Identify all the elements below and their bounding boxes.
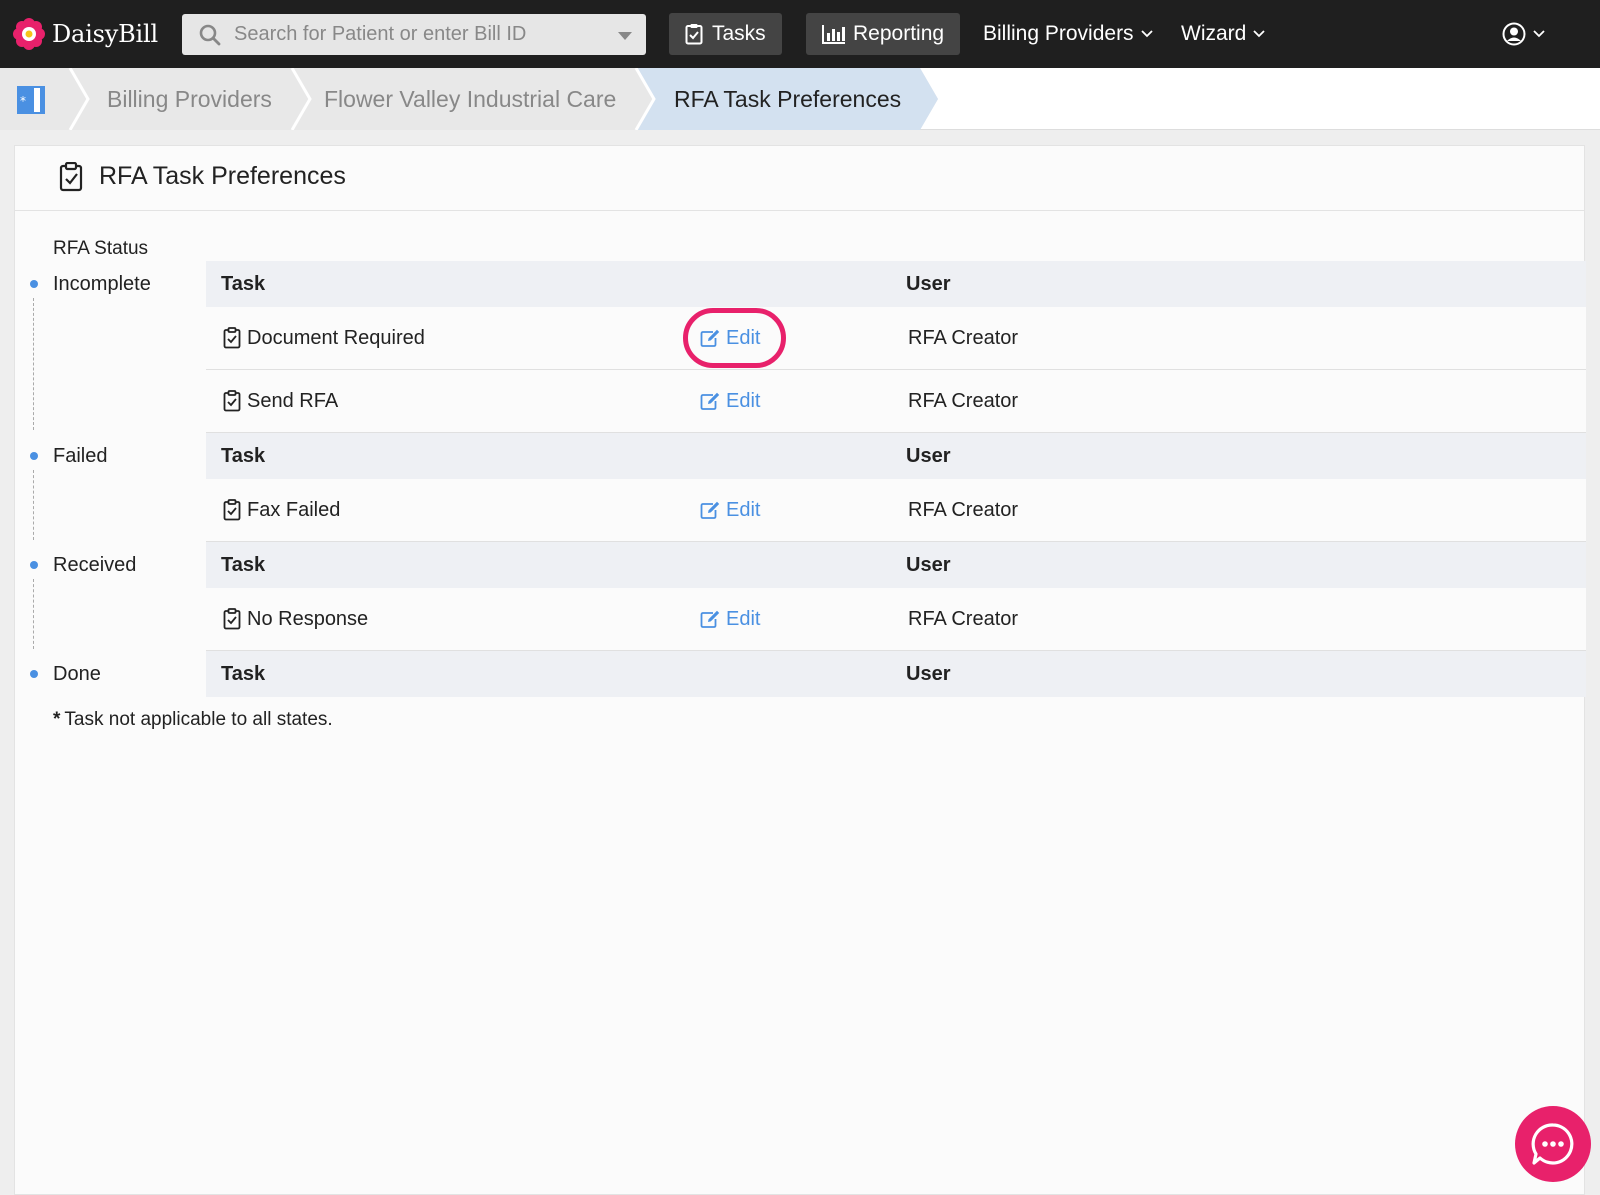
state-name-done: Done (53, 663, 101, 685)
task-column-header: Task (221, 663, 266, 685)
edit-button[interactable]: Edit (700, 327, 760, 350)
footnote-asterisk: * (53, 709, 61, 730)
search-icon (199, 24, 221, 46)
task-column-header: Task (221, 273, 266, 295)
panel-header: RFA Task Preferences (15, 146, 1584, 211)
table-header: Task User (206, 433, 1586, 479)
reporting-button[interactable]: Reporting (806, 13, 961, 55)
user-circle-icon (1502, 22, 1526, 46)
user-account-menu[interactable] (1502, 20, 1545, 48)
status-dot-received (30, 561, 38, 569)
search-dropdown-caret-icon[interactable] (618, 32, 632, 40)
reporting-label: Reporting (853, 22, 945, 45)
footnote: * Task not applicable to all states. (53, 709, 333, 731)
task-name: No Response (247, 608, 369, 630)
app-name: DaisyBill (52, 20, 158, 48)
task-user: RFA Creator (908, 608, 1019, 630)
clipboard-check-icon (223, 499, 241, 521)
task-name: Document Required (247, 327, 425, 349)
daisybill-logo[interactable]: DaisyBill (12, 17, 158, 51)
rfa-task-preferences-panel: RFA Task Preferences RFA Status Incomple… (14, 145, 1586, 1195)
chevron-down-icon (1253, 30, 1265, 38)
table-row: No Response Edit RFA Creator (206, 588, 1586, 651)
page-title: RFA Task Preferences (99, 162, 346, 190)
timeline-connector (33, 470, 34, 540)
task-user: RFA Creator (908, 499, 1019, 521)
edit-pencil-icon (700, 501, 720, 519)
clipboard-check-icon (59, 162, 83, 192)
status-dot-done (30, 670, 38, 678)
breadcrumb-billing-providers[interactable]: Billing Providers (107, 68, 272, 130)
billing-providers-label: Billing Providers (983, 22, 1134, 45)
home-icon[interactable]: * (17, 86, 45, 114)
edit-button[interactable]: Edit (700, 608, 760, 631)
user-column-header: User (906, 663, 951, 685)
state-name-incomplete: Incomplete (53, 273, 151, 295)
edit-label: Edit (726, 327, 761, 349)
edit-pencil-icon (700, 610, 720, 628)
table-header: Task User (206, 261, 1586, 307)
edit-label: Edit (726, 499, 761, 521)
tasks-label: Tasks (712, 22, 766, 45)
svg-text:*: * (20, 94, 26, 108)
table-row: Send RFA Edit RFA Creator (206, 370, 1586, 433)
clipboard-check-icon (223, 608, 241, 630)
clipboard-check-icon (223, 390, 241, 412)
user-column-header: User (906, 273, 951, 295)
clipboard-check-icon (685, 24, 703, 45)
task-column-header: Task (221, 554, 266, 576)
status-dot-failed (30, 452, 38, 460)
timeline-connector (33, 298, 34, 430)
state-name-failed: Failed (53, 445, 108, 467)
clipboard-check-icon (223, 327, 241, 349)
breadcrumb: * Billing Providers Flower Valley Indust… (0, 68, 1600, 130)
tasks-button[interactable]: Tasks (669, 13, 782, 55)
status-dot-incomplete (30, 280, 38, 288)
bar-chart-icon (822, 25, 845, 44)
top-navigation: DaisyBill Tasks Reporting Billing Provid… (0, 0, 1600, 68)
table-row: Document Required Edit RFA Creator (206, 307, 1586, 370)
user-column-header: User (906, 554, 951, 576)
task-name: Fax Failed (247, 499, 341, 521)
footnote-text: Task not applicable to all states. (64, 709, 333, 730)
task-name: Send RFA (247, 390, 339, 412)
rfa-status-label: RFA Status (53, 238, 149, 259)
edit-button[interactable]: Edit (700, 499, 760, 522)
daisy-flower-icon (13, 18, 45, 50)
chat-widget-button[interactable] (1515, 1106, 1591, 1182)
task-column-header: Task (221, 445, 266, 467)
breadcrumb-rfa-task-preferences: RFA Task Preferences (674, 85, 902, 112)
task-user: RFA Creator (908, 390, 1019, 412)
search-input[interactable] (234, 14, 594, 55)
patient-search-box[interactable] (182, 14, 646, 55)
billing-providers-menu[interactable]: Billing Providers (983, 13, 1153, 55)
edit-pencil-icon (700, 392, 720, 410)
edit-button[interactable]: Edit (700, 390, 760, 413)
state-name-received: Received (53, 554, 137, 576)
edit-label: Edit (726, 390, 761, 412)
breadcrumb-flower-valley-industrial-care[interactable]: Flower Valley Industrial Care (324, 68, 616, 130)
timeline-connector (33, 579, 34, 649)
table-row: Fax Failed Edit RFA Creator (206, 479, 1586, 542)
user-column-header: User (906, 445, 951, 467)
table-header: Task User (206, 542, 1586, 588)
edit-pencil-icon (700, 329, 720, 347)
edit-label: Edit (726, 608, 761, 630)
table-header: Task User (206, 651, 1586, 697)
chat-bubble-icon (1531, 1123, 1574, 1165)
chevron-down-icon (1140, 30, 1153, 38)
wizard-label: Wizard (1181, 22, 1247, 45)
chevron-down-icon (1533, 30, 1545, 38)
task-user: RFA Creator (908, 327, 1019, 349)
wizard-menu[interactable]: Wizard (1181, 13, 1265, 55)
